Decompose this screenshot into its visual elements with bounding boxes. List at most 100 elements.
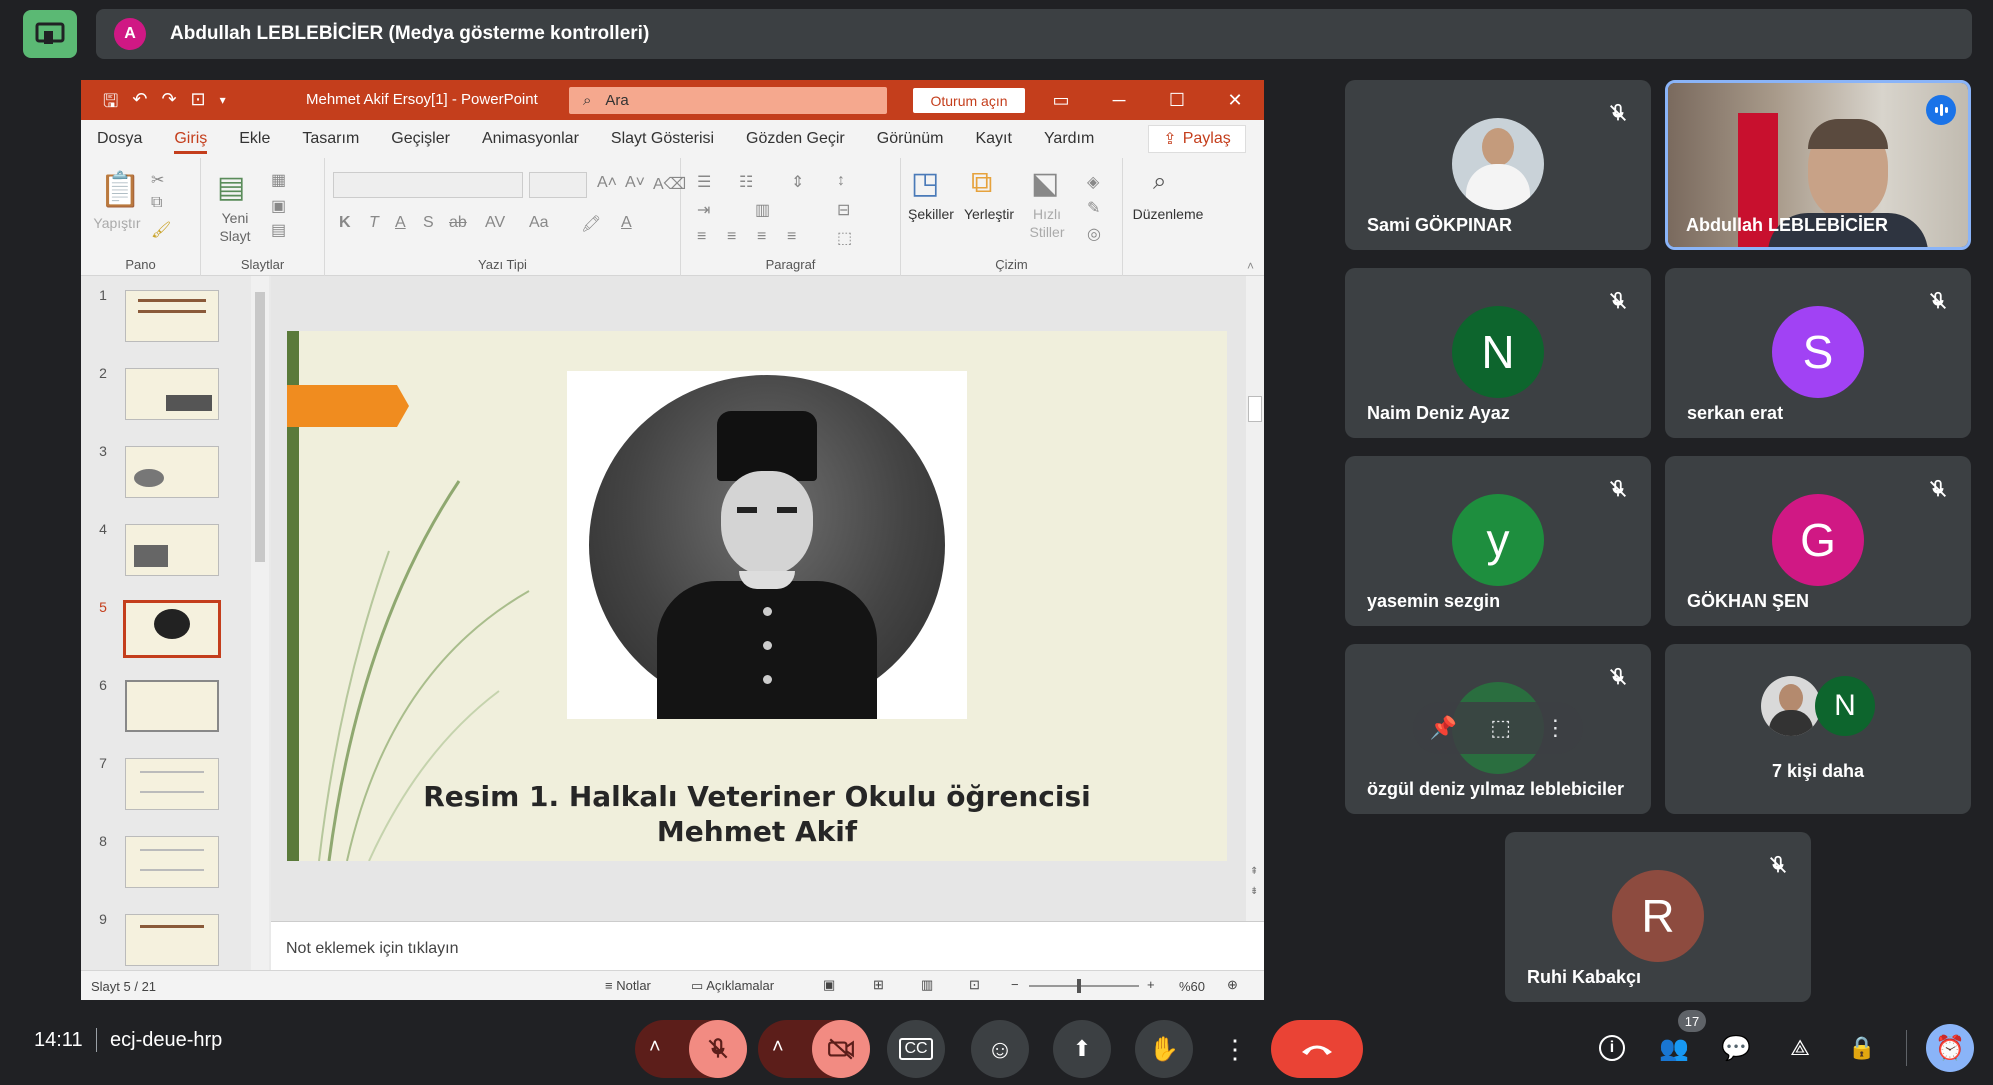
video-options-icon[interactable]: ˄ <box>772 1036 784 1059</box>
text-direction-icon[interactable]: ↕ <box>837 172 845 190</box>
collapse-ribbon-icon[interactable]: ˄ <box>1247 259 1254 273</box>
participant-tile-sami[interactable]: Sami GÖKPINAR <box>1345 80 1651 250</box>
line-spacing-icon[interactable]: ⇕ <box>791 172 804 192</box>
slide-thumbnail[interactable] <box>125 680 219 732</box>
meeting-details-button[interactable]: i <box>1588 1024 1636 1072</box>
slide-thumbnail[interactable] <box>125 758 219 810</box>
tab-giris[interactable]: Giriş <box>158 120 223 158</box>
present-screen-button[interactable]: ⬆ <box>1053 1020 1111 1078</box>
presenting-icon[interactable] <box>23 10 77 58</box>
participant-tile-others[interactable]: N 7 kişi daha <box>1665 644 1971 814</box>
tab-gecisler[interactable]: Geçişler <box>375 120 466 158</box>
arrange-icon[interactable]: ⧉ <box>971 166 992 200</box>
align-center-icon[interactable]: ≡ <box>727 228 736 246</box>
find-icon[interactable]: ⌕ <box>1153 168 1166 196</box>
zoom-out-icon[interactable]: − <box>1011 977 1019 992</box>
indent-icon[interactable]: ⇥ <box>697 200 710 220</box>
tab-tasarim[interactable]: Tasarım <box>286 120 375 158</box>
host-controls-button[interactable]: 🔒 <box>1838 1024 1886 1072</box>
align-text-icon[interactable]: ⊟ <box>837 200 850 220</box>
editing-label[interactable]: Düzenleme <box>1123 206 1213 223</box>
comments-toggle[interactable]: ▭ Açıklamalar <box>691 978 774 994</box>
reset-icon[interactable]: ▣ <box>271 196 286 216</box>
paste-label[interactable]: Yapıştır <box>89 215 145 232</box>
slide-canvas[interactable]: Resim 1. Halkalı Veteriner Okulu öğrenci… <box>287 331 1227 861</box>
shape-fill-icon[interactable]: ◈ <box>1087 172 1099 192</box>
increase-font-icon[interactable]: A˄ <box>597 174 617 192</box>
columns-icon[interactable]: ▥ <box>755 200 770 220</box>
reading-view-icon[interactable]: ▥ <box>921 977 933 993</box>
copy-icon[interactable]: ⧉ <box>151 194 162 212</box>
camera-toggle-button[interactable] <box>812 1020 870 1078</box>
captions-button[interactable]: CC <box>887 1020 945 1078</box>
bold-icon[interactable]: K <box>339 214 351 232</box>
participant-tile-ruhi[interactable]: R Ruhi Kabakçı <box>1505 832 1811 1002</box>
ppt-search-box[interactable]: ⌕ Ara <box>569 87 887 114</box>
strikethrough-icon[interactable]: ab <box>449 214 467 232</box>
undo-icon[interactable]: ↶ <box>132 89 147 119</box>
slide-scrollbar[interactable]: ⇞ ⇟ <box>1246 276 1264 921</box>
mic-toggle-button[interactable] <box>689 1020 747 1078</box>
paste-icon[interactable]: 📋 <box>99 170 141 210</box>
raise-hand-button[interactable]: ✋ <box>1135 1020 1193 1078</box>
normal-view-icon[interactable]: ▣ <box>823 977 835 993</box>
shape-effects-icon[interactable]: ◎ <box>1087 224 1101 244</box>
font-size-dropdown[interactable] <box>529 172 587 198</box>
notes-pane[interactable]: Not eklemek için tıklayın <box>271 921 1264 970</box>
quick-styles-icon[interactable]: ⬕ <box>1031 166 1059 201</box>
next-slide-icon[interactable]: ⇟ <box>1250 886 1258 897</box>
arrange-label[interactable]: Yerleştir <box>957 206 1021 223</box>
audio-options-icon[interactable]: ˄ <box>649 1036 661 1059</box>
justify-icon[interactable]: ≡ <box>787 228 796 246</box>
highlight-icon[interactable]: 🖍 <box>581 214 601 234</box>
zoom-slider[interactable] <box>1029 979 1139 993</box>
tab-dosya[interactable]: Dosya <box>81 120 158 158</box>
participant-tile-yasemin[interactable]: y yasemin sezgin <box>1345 456 1651 626</box>
cut-icon[interactable]: ✂ <box>151 170 164 190</box>
decrease-font-icon[interactable]: A˅ <box>625 174 645 192</box>
minimize-icon[interactable]: ─ <box>1090 80 1148 120</box>
tab-kayit[interactable]: Kayıt <box>959 120 1027 158</box>
smartart-icon[interactable]: ⬚ <box>837 228 852 248</box>
maximize-icon[interactable]: ☐ <box>1148 80 1206 120</box>
close-icon[interactable]: ✕ <box>1206 80 1264 120</box>
participant-tile-abdullah[interactable]: Abdullah LEBLEBİCİER <box>1665 80 1971 250</box>
slide-thumbnail-selected[interactable] <box>123 600 221 658</box>
more-options-button[interactable]: ⋮ <box>1213 1020 1257 1078</box>
slide-sorter-icon[interactable]: ⊞ <box>873 977 884 993</box>
underline-icon[interactable]: A <box>395 214 406 232</box>
slide-thumbnail[interactable] <box>125 836 219 888</box>
new-slide-label-2[interactable]: Slayt <box>211 228 259 245</box>
align-left-icon[interactable]: ≡ <box>697 228 706 246</box>
slide-thumbnail[interactable] <box>125 290 219 342</box>
slideshow-view-icon[interactable]: ⊡ <box>969 977 980 993</box>
timer-button[interactable]: ⏰ <box>1926 1024 1974 1072</box>
pin-icon[interactable]: 📌 <box>1430 715 1457 741</box>
section-icon[interactable]: ▤ <box>271 220 286 240</box>
numbering-icon[interactable]: ☷ <box>739 172 753 192</box>
chat-button[interactable]: 💬 <box>1712 1024 1760 1072</box>
layout-icon[interactable]: ▦ <box>271 170 286 190</box>
more-options-icon[interactable]: ⋮ <box>1544 715 1566 741</box>
fit-slide-icon[interactable]: ⊕ <box>1227 977 1238 993</box>
tab-slayt-gosterisi[interactable]: Slayt Gösterisi <box>595 120 730 158</box>
meeting-code[interactable]: ecj-deue-hrp <box>110 1029 222 1052</box>
participant-tile-naim[interactable]: N Naim Deniz Ayaz <box>1345 268 1651 438</box>
tab-gozden-gecir[interactable]: Gözden Geçir <box>730 120 861 158</box>
char-spacing-icon[interactable]: AV <box>485 214 505 232</box>
quick-styles-label-1[interactable]: Hızlı <box>1021 206 1073 223</box>
shadow-icon[interactable]: S <box>423 214 434 232</box>
tab-gorunum[interactable]: Görünüm <box>861 120 960 158</box>
zoom-level[interactable]: %60 <box>1179 979 1205 994</box>
bullets-icon[interactable]: ☰ <box>697 172 711 192</box>
presenter-banner[interactable]: A Abdullah LEBLEBİCİER (Medya gösterme k… <box>96 9 1972 59</box>
shapes-icon[interactable]: ◳ <box>911 166 939 201</box>
participant-tile-gokhan[interactable]: G GÖKHAN ŞEN <box>1665 456 1971 626</box>
activities-button[interactable]: ⟁ <box>1776 1024 1824 1072</box>
ribbon-display-icon[interactable]: ▭ <box>1032 80 1090 120</box>
notes-toggle[interactable]: ≡ Notlar <box>605 978 651 993</box>
tab-yardim[interactable]: Yardım <box>1028 120 1110 158</box>
change-case-icon[interactable]: Aa <box>529 214 549 232</box>
tab-animasyonlar[interactable]: Animasyonlar <box>466 120 595 158</box>
end-call-button[interactable] <box>1271 1020 1363 1078</box>
